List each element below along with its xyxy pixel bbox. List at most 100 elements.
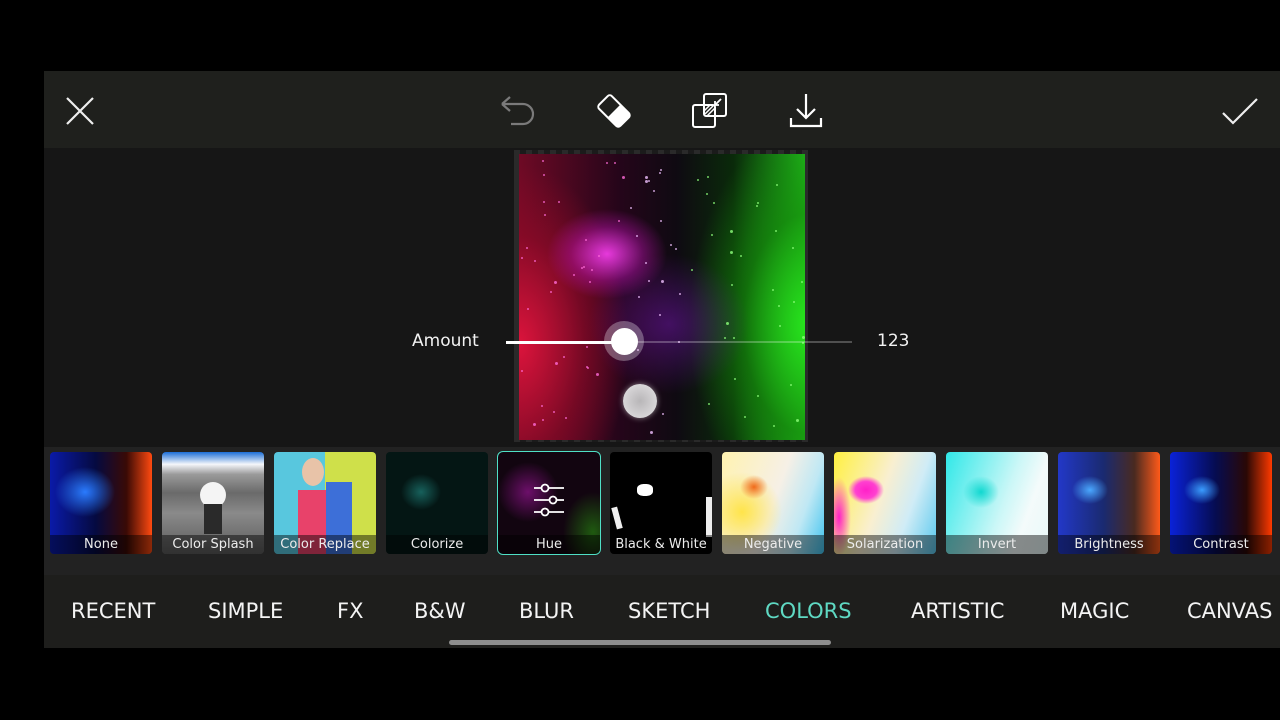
star-speck [605,162,608,165]
star-speck [630,206,633,209]
sliders-icon [534,483,564,517]
star-speck [597,254,600,257]
compare-button[interactable] [688,89,732,133]
tab-fx[interactable]: FX [337,599,363,623]
filter-contrast[interactable]: Contrast [1170,452,1272,554]
download-icon [789,94,823,128]
filter-none[interactable]: None [50,452,152,554]
filter-brightness[interactable]: Brightness [1058,452,1160,554]
star-speck [772,425,775,428]
star-speck [590,268,593,271]
star-speck [679,293,682,296]
star-speck [659,314,662,317]
star-speck [733,377,736,380]
close-icon [66,97,94,125]
filter-label: Hue [498,535,600,554]
filter-hue[interactable]: Hue [497,451,601,555]
star-speck [617,220,620,223]
star-speck [613,161,616,164]
star-speck [707,402,710,405]
star-speck [550,290,553,293]
star-speck [729,230,733,234]
eraser-button[interactable] [592,89,636,133]
star-speck [644,175,648,179]
star-speck [588,280,591,283]
filter-solarization[interactable]: Solarization [834,452,936,554]
star-speck [800,281,803,284]
star-speck [521,256,523,259]
eraser-icon [597,94,631,128]
tab-artistic[interactable]: ARTISTIC [911,599,1004,623]
star-speck [637,296,640,299]
star-speck [585,365,588,368]
checkmark-icon [1222,98,1258,125]
amount-slider-row: Amount 123 [44,321,1280,361]
tab-canvas[interactable]: CANVAS [1187,599,1272,623]
star-speck [527,307,530,310]
tab-bw[interactable]: B&W [414,599,466,623]
tab-sketch[interactable]: SKETCH [628,599,710,623]
touch-indicator [623,384,657,418]
filter-strip[interactable]: None Color Splash Color Replace Colorize [44,447,1280,575]
star-speck [691,268,694,271]
star-speck [636,235,639,238]
filter-color-splash[interactable]: Color Splash [162,452,264,554]
star-speck [621,176,625,180]
slider-value: 123 [877,331,910,351]
star-speck [647,279,650,282]
star-speck [740,254,743,257]
amount-slider[interactable] [506,321,852,361]
canvas-area: Amount 123 [44,148,1280,447]
close-button[interactable] [58,89,102,133]
star-speck [555,362,559,366]
star-speck [558,201,561,204]
star-speck [543,200,546,203]
star-speck [675,248,678,251]
star-speck [650,430,654,434]
download-button[interactable] [784,89,828,133]
tabs-scrollbar[interactable] [449,640,831,645]
star-speck [521,370,524,373]
star-speck [543,214,546,217]
photo-editor: Amount 123 None Color Splash Color Repla… [44,71,1280,648]
star-speck [653,189,656,192]
star-speck [756,395,759,398]
filter-label: Color Splash [162,535,264,554]
star-speck [582,265,585,268]
apply-button[interactable] [1218,89,1262,133]
filter-negative[interactable]: Negative [722,452,824,554]
star-speck [730,250,734,254]
category-tabs: RECENT SIMPLE FX B&W BLUR SKETCH COLORS … [44,575,1280,648]
filter-label: Negative [722,535,824,554]
star-speck [542,173,545,176]
star-speck [541,418,544,421]
undo-button[interactable] [496,89,540,133]
star-speck [658,172,661,175]
tab-magic[interactable]: MAGIC [1060,599,1129,623]
star-speck [542,160,545,162]
filter-label: None [50,535,152,554]
star-speck [661,413,664,416]
compare-layers-icon [692,93,727,128]
filter-invert[interactable]: Invert [946,452,1048,554]
preview-image[interactable] [519,154,805,440]
star-speck [792,246,795,249]
tab-blur[interactable]: BLUR [519,599,574,623]
star-speck [744,415,747,418]
star-speck [707,175,710,178]
filter-label: Black & White [610,535,712,554]
tab-colors[interactable]: COLORS [765,599,852,623]
slider-thumb[interactable] [611,328,638,355]
filter-color-replace[interactable]: Color Replace [274,452,376,554]
tab-simple[interactable]: SIMPLE [208,599,283,623]
tab-recent[interactable]: RECENT [71,599,155,623]
star-speck [756,202,759,205]
filter-black-white[interactable]: Black & White [610,452,712,554]
star-speck [731,284,734,287]
star-speck [705,192,708,195]
top-toolbar [44,71,1280,148]
star-speck [756,205,759,208]
star-speck [553,411,556,414]
filter-colorize[interactable]: Colorize [386,452,488,554]
filter-label: Brightness [1058,535,1160,554]
